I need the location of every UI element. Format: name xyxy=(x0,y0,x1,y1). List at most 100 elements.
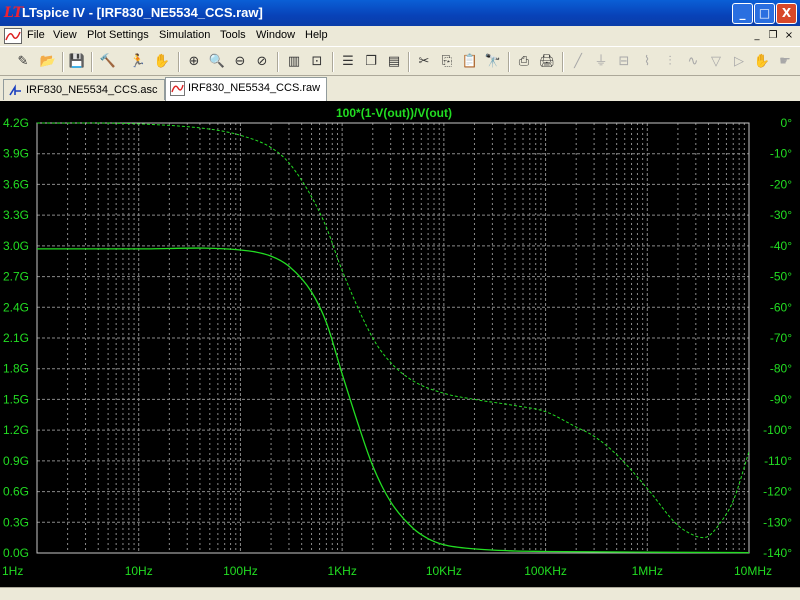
toolbar-separator xyxy=(408,52,410,72)
y-right-tick-label: -130° xyxy=(763,515,792,529)
y-left-tick-label: 2.1G xyxy=(3,331,29,345)
y-left-tick-label: 2.4G xyxy=(3,300,29,314)
y-left-tick-label: 1.8G xyxy=(3,362,29,376)
waveform-icon xyxy=(170,81,185,96)
toolbar: ✎ 📂 💾 🔨 🏃 ✋ ⊕ 🔍 ⊖ ⊘ ▥ ⊡ ☰ ❐ ▤ ✂ ⎘ 📋 🔭 ⎙ … xyxy=(0,46,800,76)
mdi-minimize-button[interactable]: _ xyxy=(750,29,764,43)
y-right-tick-label: 0° xyxy=(781,116,793,130)
y-right-tick-label: -120° xyxy=(763,485,792,499)
drag-icon[interactable]: ☛ xyxy=(775,52,795,72)
x-tick-label: 10KHz xyxy=(426,564,462,578)
menu-help[interactable]: Help xyxy=(305,29,328,41)
x-tick-label: 10Hz xyxy=(125,564,153,578)
y-left-tick-label: 1.5G xyxy=(3,392,29,406)
tab-label: IRF830_NE5534_CCS.raw xyxy=(188,82,321,94)
tab-label: IRF830_NE5534_CCS.asc xyxy=(26,84,158,96)
y-left-tick-label: 2.7G xyxy=(3,270,29,284)
y-right-tick-label: -70° xyxy=(770,331,792,345)
run-icon[interactable]: 🏃 xyxy=(128,52,148,72)
open-icon[interactable]: 📂 xyxy=(38,52,58,72)
tile-horizontal-icon[interactable]: ☰ xyxy=(338,52,358,72)
x-tick-label: 1MHz xyxy=(632,564,663,578)
maximize-button[interactable]: □ xyxy=(754,3,775,24)
plot-pane[interactable]: 1Hz 10Hz 100Hz 1KHz 10KHz 100KHz 1MHz 10MHz 4.2G… xyxy=(0,101,800,587)
y-right-tick-label: -100° xyxy=(763,423,792,437)
menu-simulation[interactable]: Simulation xyxy=(159,29,210,41)
tile-vertical-icon[interactable]: ▤ xyxy=(384,52,404,72)
copy-icon[interactable]: ⎘ xyxy=(437,52,457,72)
toolbar-separator xyxy=(91,52,93,72)
menu-file[interactable]: File xyxy=(27,29,45,41)
status-bar xyxy=(0,587,800,600)
zoom-out-icon[interactable]: 🔍 xyxy=(207,52,227,72)
plot-title: 100*(1-V(out))/V(out) xyxy=(336,106,452,120)
y-right-tick-label: -50° xyxy=(770,270,792,284)
menu-tools[interactable]: Tools xyxy=(220,29,246,41)
print-icon[interactable]: 🖨 xyxy=(537,52,557,72)
tab-schematic[interactable]: IRF830_NE5534_CCS.asc xyxy=(3,79,165,100)
toolbar-separator xyxy=(508,52,510,72)
y-right-tick-label: -40° xyxy=(770,239,792,253)
paste-icon[interactable]: 📋 xyxy=(460,52,480,72)
x-tick-label: 10MHz xyxy=(734,564,772,578)
phase-trace xyxy=(36,122,750,539)
label-icon[interactable]: ⊟ xyxy=(614,52,634,72)
close-button[interactable]: X xyxy=(776,3,797,24)
zoom-fit-icon[interactable]: ⊖ xyxy=(230,52,250,72)
x-tick-label: 1KHz xyxy=(327,564,356,578)
save-icon[interactable]: 💾 xyxy=(67,52,87,72)
mark-icon[interactable]: ⊡ xyxy=(307,52,327,72)
y-left-tick-label: 0.9G xyxy=(3,454,29,468)
mdi-close-button[interactable]: × xyxy=(782,29,796,43)
menu-plot-settings[interactable]: Plot Settings xyxy=(87,29,149,41)
diode-icon[interactable]: ▽ xyxy=(706,52,726,72)
title-bar: LT LTspice IV - [IRF830_NE5534_CCS.raw] … xyxy=(0,0,800,26)
zoom-cancel-icon[interactable]: ⊘ xyxy=(252,52,272,72)
y-left-tick-label: 3.0G xyxy=(3,239,29,253)
tab-waveform[interactable]: IRF830_NE5534_CCS.raw xyxy=(165,77,327,101)
y-right-tick-label: -20° xyxy=(770,177,792,191)
resistor-icon[interactable]: ⌇ xyxy=(637,52,657,72)
y-right-tick-label: -90° xyxy=(770,392,792,406)
toolbar-separator xyxy=(562,52,564,72)
waveform-icon[interactable] xyxy=(4,28,22,44)
mdi-restore-button[interactable]: ❐ xyxy=(766,29,780,43)
autorange-icon[interactable]: ▥ xyxy=(284,52,304,72)
menu-view[interactable]: View xyxy=(53,29,77,41)
wire-icon[interactable]: ╱ xyxy=(568,52,588,72)
inductor-icon[interactable]: ∿ xyxy=(683,52,703,72)
new-schematic-icon[interactable]: ✎ xyxy=(13,52,33,72)
document-tabs: IRF830_NE5534_CCS.asc IRF830_NE5534_CCS.… xyxy=(0,76,800,101)
y-left-tick-label: 0.6G xyxy=(3,485,29,499)
toolbar-separator xyxy=(62,52,64,72)
find-icon[interactable]: 🔭 xyxy=(483,52,503,72)
ltspice-logo-icon: LT xyxy=(4,5,24,21)
bode-plot[interactable]: 1Hz 10Hz 100Hz 1KHz 10KHz 100KHz 1MHz 10MHz 4.2G… xyxy=(0,101,800,587)
capacitor-icon[interactable]: ⫶ xyxy=(660,52,680,72)
y-left-tick-label: 0.0G xyxy=(3,546,29,560)
x-tick-label: 1Hz xyxy=(2,564,23,578)
y-right-tick-label: -80° xyxy=(770,362,792,376)
cascade-icon[interactable]: ❐ xyxy=(361,52,381,72)
print-preview-icon[interactable]: ⎙ xyxy=(514,52,534,72)
y-right-tick-label: -30° xyxy=(770,208,792,222)
control-panel-icon[interactable]: 🔨 xyxy=(98,52,118,72)
minimize-button[interactable]: _ xyxy=(732,3,753,24)
y-left-tick-label: 3.9G xyxy=(3,147,29,161)
toolbar-separator xyxy=(332,52,334,72)
y-right-tick-label: -60° xyxy=(770,300,792,314)
y-left-tick-label: 3.3G xyxy=(3,208,29,222)
cut-icon[interactable]: ✂ xyxy=(414,52,434,72)
menu-window[interactable]: Window xyxy=(256,29,295,41)
zoom-in-icon[interactable]: ⊕ xyxy=(184,52,204,72)
y-left-tick-label: 4.2G xyxy=(3,116,29,130)
x-tick-label: 100Hz xyxy=(223,564,258,578)
schematic-icon xyxy=(9,84,21,96)
y-right-tick-label: -10° xyxy=(770,147,792,161)
menu-bar: File View Plot Settings Simulation Tools… xyxy=(0,26,800,46)
move-icon[interactable]: ✋ xyxy=(752,52,772,72)
halt-icon[interactable]: ✋ xyxy=(152,52,172,72)
y-left-tick-label: 1.2G xyxy=(3,423,29,437)
ground-icon[interactable]: ⏚ xyxy=(591,52,611,72)
component-icon[interactable]: ▷ xyxy=(729,52,749,72)
